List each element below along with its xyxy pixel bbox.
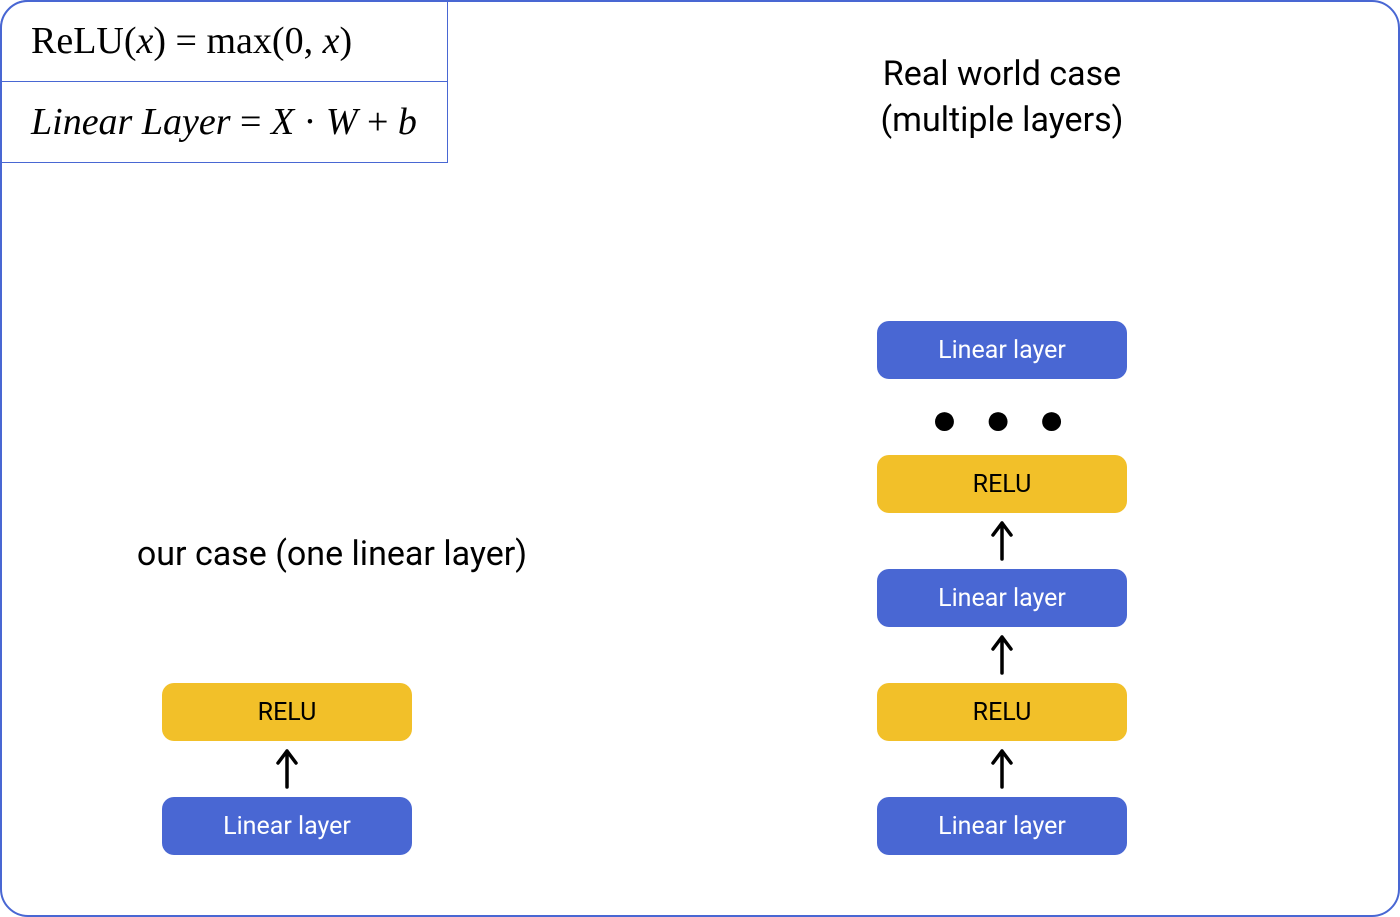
formula-text: ReLU( (31, 20, 137, 62)
stack-real-world: Linear layer RELU Linear layer RELU ● ● … (877, 321, 1127, 855)
formula-text: = (231, 101, 271, 143)
formula-text: X (271, 101, 294, 143)
heading-our-case: our case (one linear layer) (82, 532, 582, 578)
block-label: RELU (258, 698, 317, 727)
formula-box: ReLU(x) = max(0, x) Linear Layer = X · W… (0, 0, 448, 163)
formula-text: + (357, 101, 397, 143)
formula-relu: ReLU(x) = max(0, x) (1, 1, 447, 81)
block-label: Linear layer (223, 812, 351, 841)
heading-real-world: Real world case (multiple layers) (812, 52, 1192, 144)
relu-block: RELU (162, 683, 412, 741)
formula-text: x (323, 20, 340, 62)
relu-block: RELU (877, 683, 1127, 741)
formula-text: Linear Layer (31, 101, 231, 143)
block-label: Linear layer (938, 584, 1066, 613)
block-label: Linear layer (938, 336, 1066, 365)
formula-text: ) = max(0, (153, 20, 322, 62)
relu-block: RELU (877, 455, 1127, 513)
block-label: RELU (973, 698, 1032, 727)
arrow-up-icon (988, 741, 1016, 797)
heading-line: (multiple layers) (812, 98, 1192, 144)
formula-text: ) (339, 20, 352, 62)
stack-our-case: Linear layer RELU (162, 683, 412, 855)
ellipsis-icon: ● ● ● (931, 379, 1073, 455)
formula-text: x (137, 20, 154, 62)
formula-text: W (326, 101, 358, 143)
linear-layer-block: Linear layer (877, 797, 1127, 855)
heading-line: Real world case (812, 52, 1192, 98)
linear-layer-block: Linear layer (162, 797, 412, 855)
arrow-up-icon (988, 513, 1016, 569)
formula-text: b (398, 101, 417, 143)
linear-layer-block: Linear layer (877, 321, 1127, 379)
block-label: RELU (973, 470, 1032, 499)
formula-text: · (294, 101, 326, 143)
linear-layer-block: Linear layer (877, 569, 1127, 627)
formula-linear: Linear Layer = X · W + b (1, 81, 447, 162)
diagram-canvas: ReLU(x) = max(0, x) Linear Layer = X · W… (0, 0, 1400, 917)
block-label: Linear layer (938, 812, 1066, 841)
arrow-up-icon (988, 627, 1016, 683)
arrow-up-icon (273, 741, 301, 797)
